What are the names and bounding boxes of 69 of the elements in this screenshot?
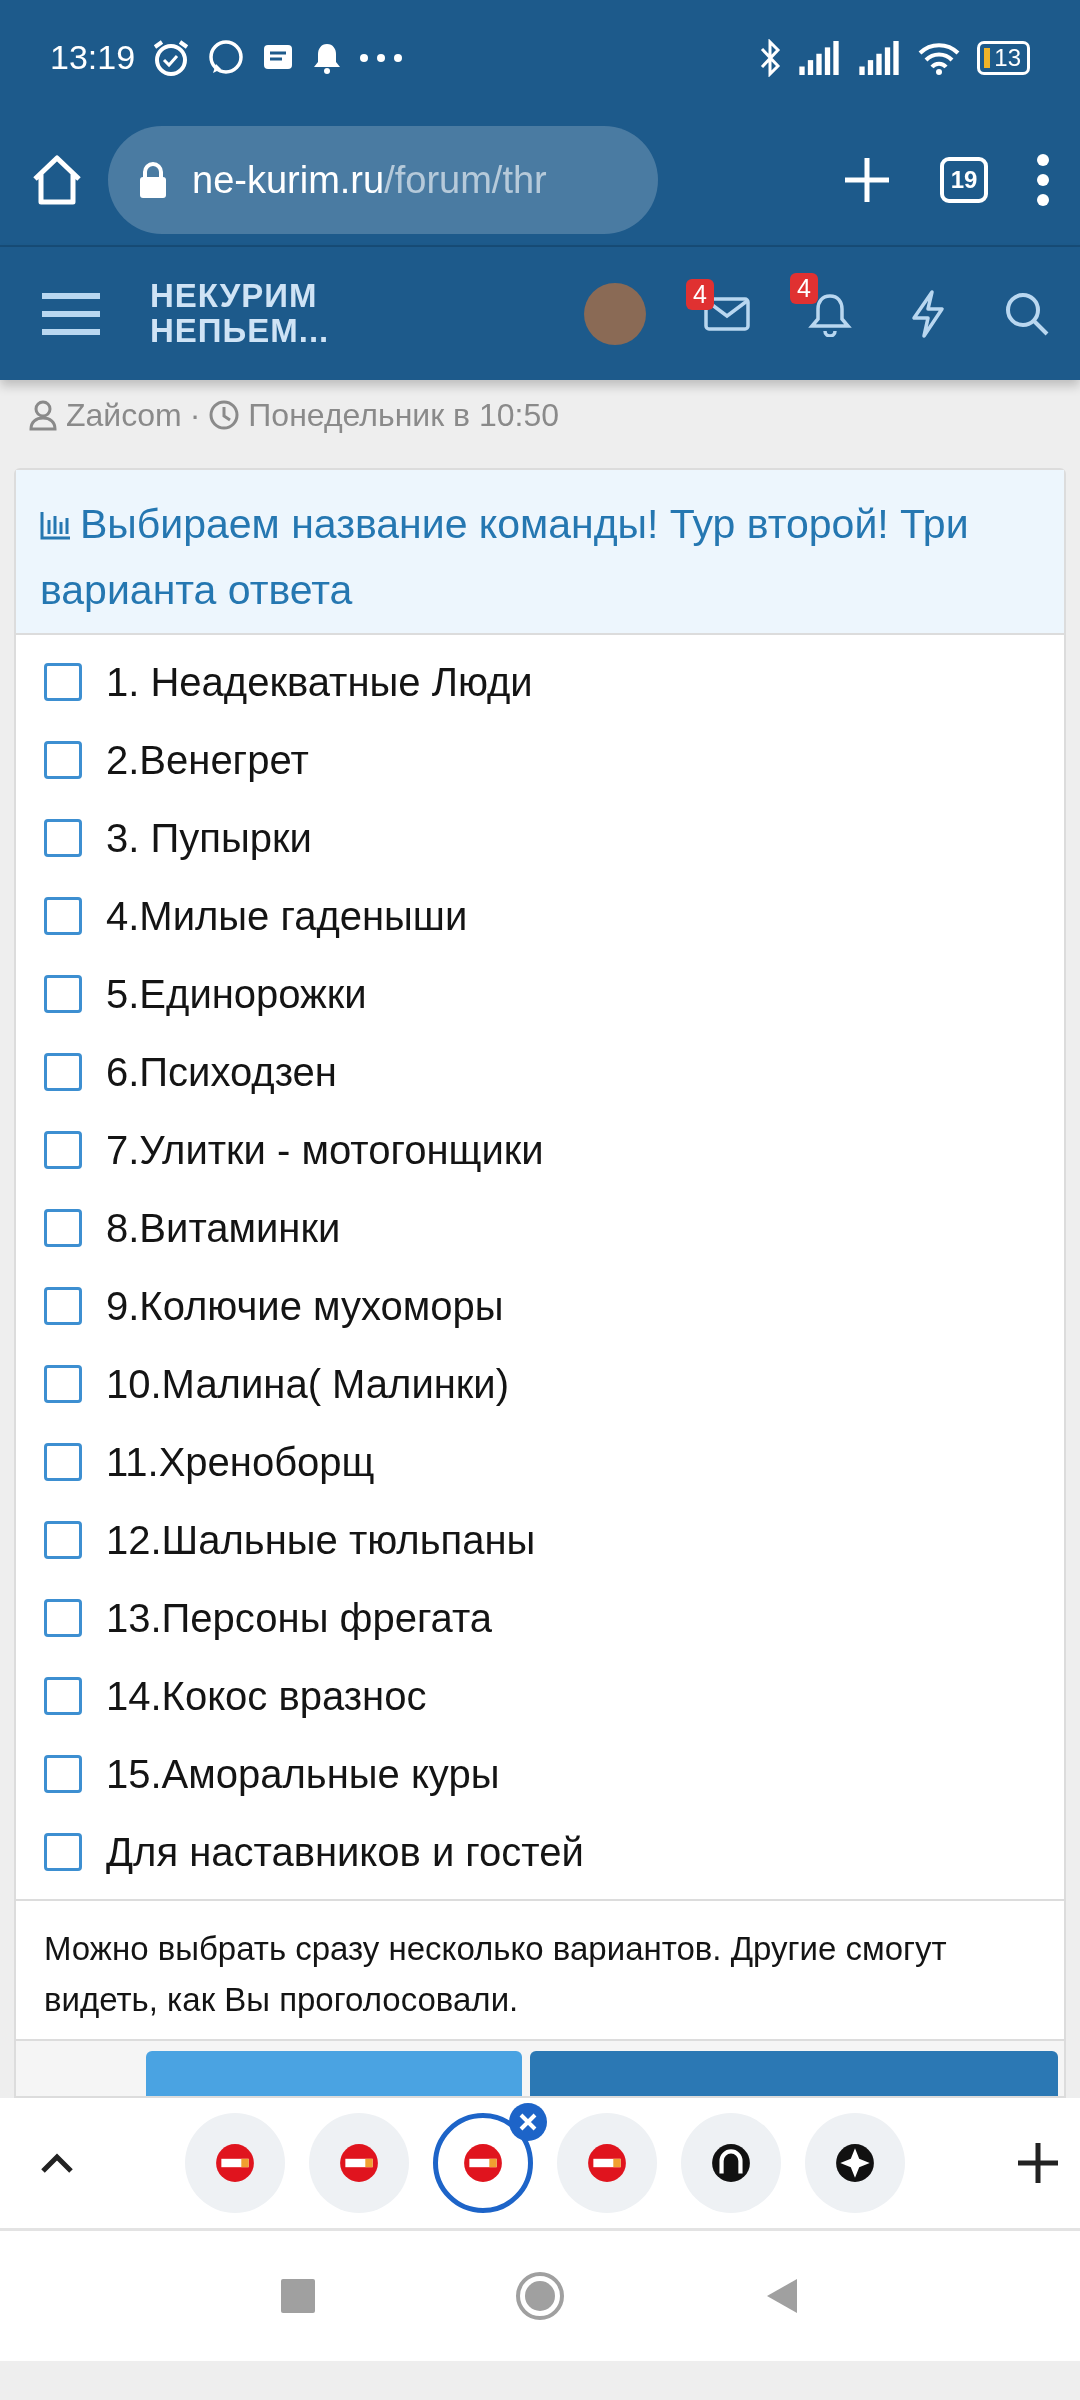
option-label[interactable]: 11.Хреноборщ [106,1432,375,1492]
separator-dot: · [189,396,201,435]
checkbox[interactable] [44,1599,82,1637]
option-label[interactable]: 8.Витаминки [106,1198,341,1258]
checkbox[interactable] [44,1287,82,1325]
home-circle-icon[interactable] [515,2271,565,2321]
tab-count-button[interactable]: 19 [940,157,988,203]
bar-chart-icon [40,510,72,540]
option-label[interactable]: 7.Улитки - мотогонщики [106,1120,544,1180]
chat-bubble-icon [207,38,246,77]
checkbox[interactable] [44,1443,82,1481]
back-triangle-icon[interactable] [765,2277,799,2315]
clock-icon [208,399,241,431]
no-entry-icon [586,2142,628,2184]
battery-level: 13 [994,42,1021,73]
url-text: ne-kurim.ru/forum/thr [192,157,547,203]
checkbox[interactable] [44,897,82,935]
option-label[interactable]: 5.Единорожки [106,964,367,1024]
no-entry-icon [462,2142,504,2184]
battery-fill [984,47,991,68]
no-entry-icon [338,2142,380,2184]
checkbox[interactable] [44,1365,82,1403]
option-label[interactable]: 1. Неадекватные Люди [106,652,533,712]
checkbox[interactable] [44,1755,82,1793]
signal-icon [857,40,902,75]
signal-icon [797,40,842,75]
address-bar[interactable]: ne-kurim.ru/forum/thr [108,126,658,234]
lightning-icon[interactable] [910,289,946,338]
checkbox[interactable] [44,975,82,1013]
option-label[interactable]: 9.Колючие мухоморы [106,1276,504,1336]
chevron-up-icon[interactable] [40,2152,74,2174]
more-menu-icon[interactable] [1036,153,1050,207]
notification-count: 4 [790,272,818,304]
checkbox[interactable] [44,1053,82,1091]
checkbox[interactable] [44,1677,82,1715]
notification-count: 4 [686,278,714,310]
checkbox[interactable] [44,1209,82,1247]
user-icon [28,399,58,431]
status-time: 13:19 [50,37,136,78]
logo-text[interactable]: НЕПЬЕМ... [150,313,330,349]
option-label[interactable]: 3. Пупырки [106,808,312,868]
option-label[interactable]: 10.Малина( Малинки) [106,1354,510,1414]
option-label[interactable]: 12.Шальные тюльпаны [106,1510,536,1570]
option-label[interactable]: 6.Психодзен [106,1042,337,1102]
checkbox[interactable] [44,1833,82,1871]
wifi-icon [917,40,962,75]
option-label[interactable]: Для наставников и гостей [106,1822,584,1882]
more-icon [359,52,404,63]
option-label[interactable]: 2.Венегрет [106,730,309,790]
close-icon[interactable] [509,2103,547,2141]
bluetooth-icon [759,38,782,77]
option-label[interactable]: 15.Аморальные куры [106,1744,500,1804]
checkbox[interactable] [44,1131,82,1169]
option-label[interactable]: 4.Милые гаденыши [106,886,468,946]
option-label[interactable]: 14.Кокос вразнос [106,1666,427,1726]
compass-icon [834,2142,876,2184]
horseshoe-icon [710,2142,752,2184]
option-label[interactable]: 13.Персоны фрегата [106,1588,493,1648]
menu-icon[interactable] [40,290,102,337]
poll-title: Выбираем название команды! Тур второй! Три варианта ответа [40,500,970,615]
checkbox[interactable] [44,819,82,857]
checkbox[interactable] [44,663,82,701]
search-icon[interactable] [1004,290,1050,337]
logo-text[interactable]: НЕКУРИМ [150,278,330,314]
plus-icon[interactable] [1016,2141,1060,2185]
checkbox[interactable] [44,741,82,779]
lock-icon [138,161,168,199]
no-entry-icon [214,2142,256,2184]
checkbox[interactable] [44,1521,82,1559]
